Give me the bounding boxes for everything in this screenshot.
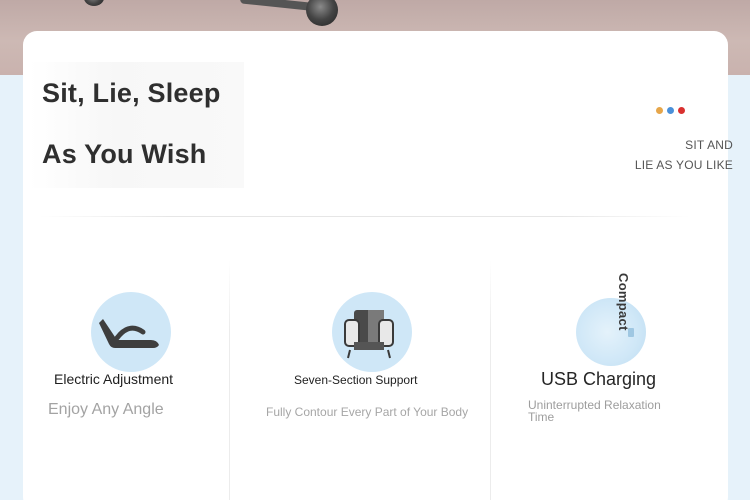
feature-2-subtitle: Fully Contour Every Part of Your Body — [266, 405, 469, 419]
headline-line-2: As You Wish — [42, 139, 207, 169]
dot-red — [678, 107, 685, 114]
caster-wheel-left — [84, 0, 104, 6]
caster-wheel-right — [306, 0, 338, 26]
armchair-icon — [332, 292, 412, 372]
compact-badge: Compact — [616, 273, 631, 331]
side-caption-line-1: SIT AND — [685, 138, 733, 152]
column-divider-2 — [490, 260, 491, 500]
feature-3-subtitle: Uninterrupted Relaxation Time — [528, 398, 661, 424]
column-divider-1 — [229, 260, 230, 500]
dot-orange — [656, 107, 663, 114]
feature-2-title: Seven-Section Support — [294, 373, 418, 387]
recline-chair-icon — [91, 292, 171, 372]
section-divider — [40, 216, 690, 217]
color-dots — [656, 107, 685, 114]
feature-1-subtitle: Enjoy Any Angle — [48, 401, 164, 418]
feature-1-title: Electric Adjustment — [54, 371, 174, 387]
dot-blue — [667, 107, 674, 114]
usb-port-icon — [576, 298, 646, 366]
feature-3-title: USB Charging — [541, 369, 657, 389]
side-caption-line-2: LIE AS YOU LIKE — [634, 158, 733, 172]
headline-line-1: Sit, Lie, Sleep — [42, 78, 221, 108]
